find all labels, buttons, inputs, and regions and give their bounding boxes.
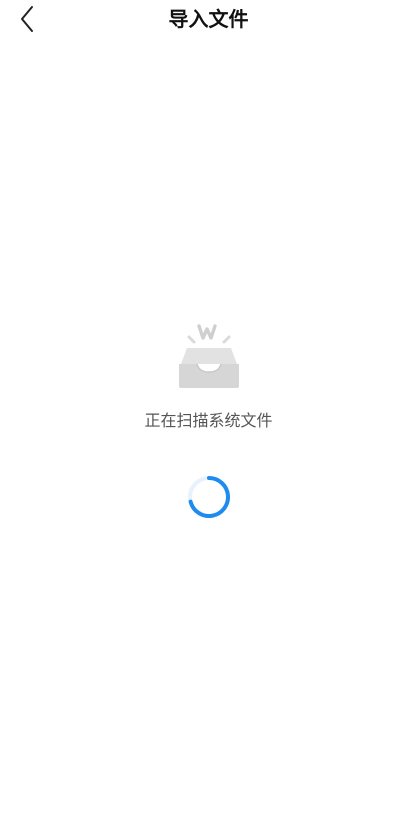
- inbox-tray-icon: [172, 320, 246, 392]
- loading-spinner-icon: [186, 474, 232, 520]
- page-title: 导入文件: [168, 7, 249, 31]
- nav-bar: 导入文件: [0, 0, 417, 40]
- screen: 导入文件 正在扫描系统文件: [0, 0, 417, 831]
- scanning-status-text: 正在扫描系统文件: [144, 411, 273, 430]
